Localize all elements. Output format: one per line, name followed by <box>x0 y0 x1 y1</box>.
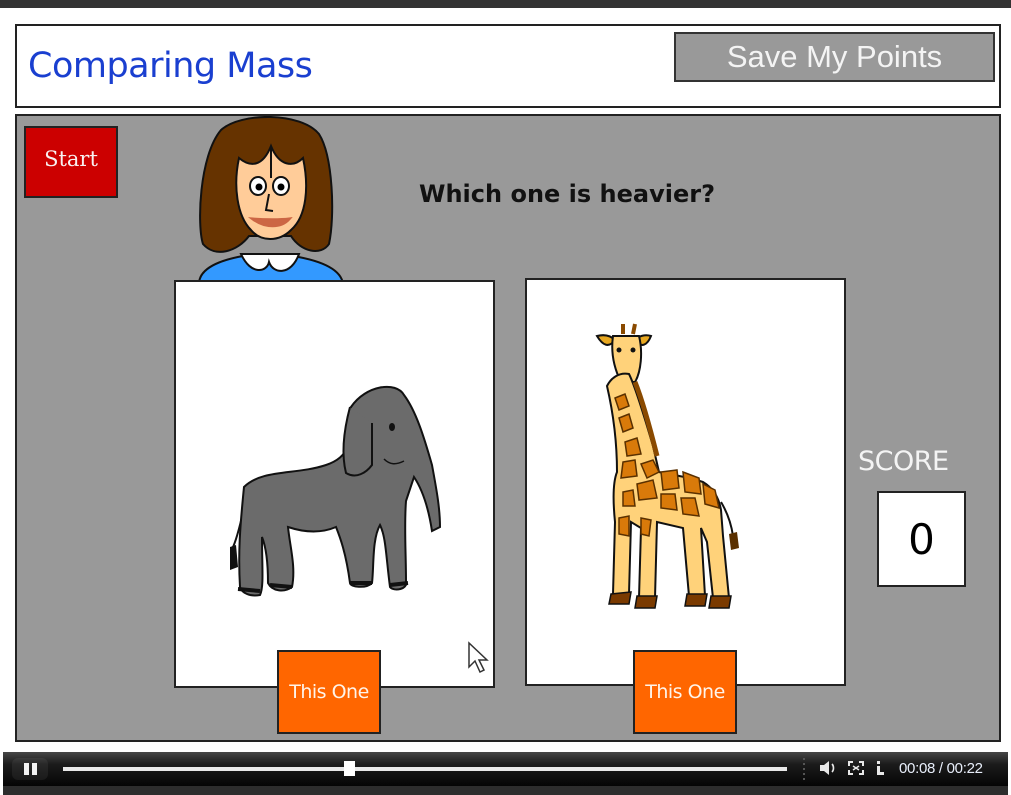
question-text: Which one is heavier? <box>419 180 715 208</box>
this-one-button-giraffe[interactable]: This One <box>633 650 737 734</box>
giraffe-image <box>595 323 739 609</box>
game-area: Start Which one is heavier? This One Thi… <box>15 114 1001 742</box>
this-one-button-elephant[interactable]: This One <box>277 650 381 734</box>
score-label: SCORE <box>858 446 949 477</box>
teacher-illustration <box>197 116 345 284</box>
score-value: 0 <box>877 491 966 587</box>
video-controls: 00:08 / 00:22 <box>3 752 1008 786</box>
save-my-points-button[interactable]: Save My Points <box>674 32 995 82</box>
time-display: 00:08 / 00:22 <box>899 760 983 777</box>
volume-icon[interactable] <box>819 760 839 776</box>
option-panel-giraffe[interactable] <box>525 278 846 686</box>
pause-button[interactable] <box>12 758 48 780</box>
elephant-image <box>230 386 442 597</box>
controls-footer <box>3 786 1008 795</box>
option-panel-elephant[interactable] <box>174 280 495 688</box>
seek-bar[interactable] <box>63 761 787 776</box>
start-button[interactable]: Start <box>24 126 118 198</box>
page-title: Comparing Mass <box>28 46 313 86</box>
seek-handle[interactable] <box>344 761 356 776</box>
volume-grip <box>801 758 807 782</box>
mouse-cursor-icon <box>468 641 489 674</box>
top-bar <box>0 0 1011 8</box>
header: Comparing Mass Save My Points <box>15 24 1001 108</box>
info-icon[interactable] <box>875 760 885 776</box>
fullscreen-icon[interactable] <box>848 761 864 775</box>
